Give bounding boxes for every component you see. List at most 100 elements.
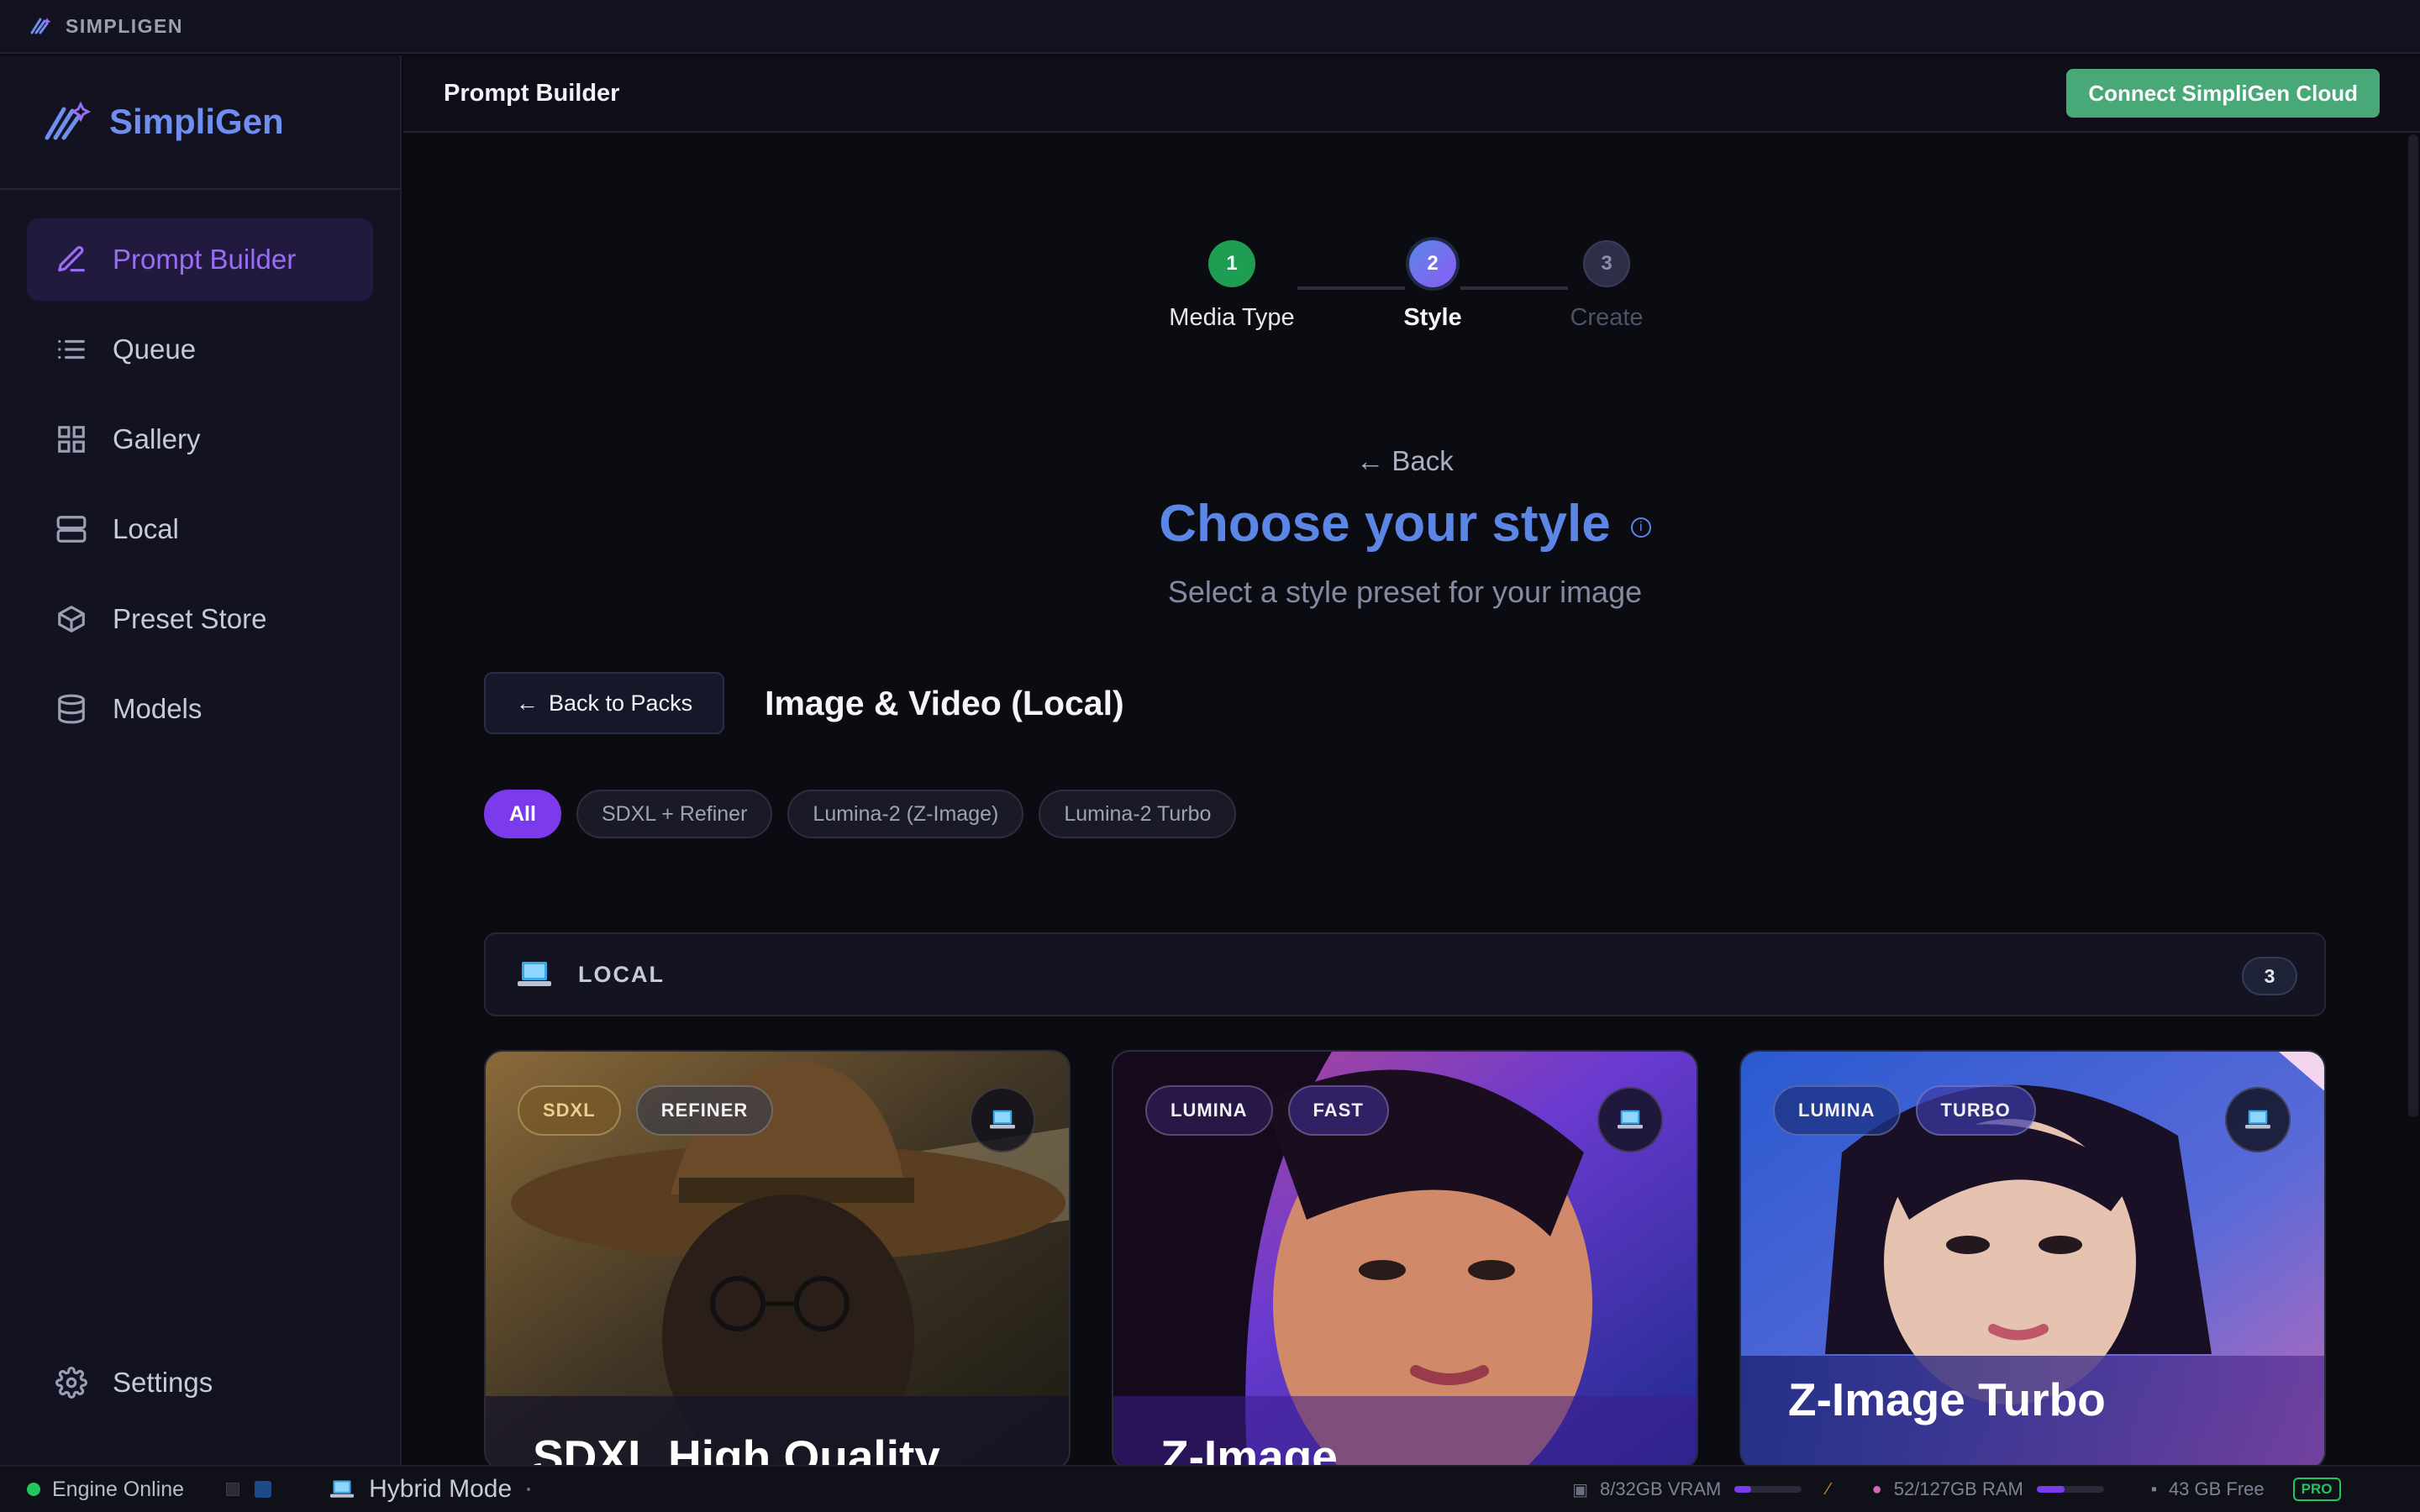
step-1-circle[interactable]: 1 [1208,240,1255,287]
card-tags: SDXL REFINER [518,1085,774,1136]
laptop-icon [2245,1110,2270,1129]
plan-badge: PRO [2292,1478,2341,1501]
connect-cloud-button[interactable]: Connect SimpliGen Cloud [2066,69,2380,118]
back-label: Back [1392,445,1454,476]
style-card-sdxl[interactable]: SDXL High Quality SDXL REFINER [484,1050,1071,1465]
gear-icon [55,1367,87,1399]
brain-icon: ● [1871,1479,1882,1499]
gpu-icon: ▣ [1572,1480,1589,1499]
filter-chip-sdxl-refiner[interactable]: SDXL + Refiner [576,790,773,838]
engine-status-dot [27,1483,40,1496]
engine-status: Engine Online [52,1477,185,1501]
sidebar-item-gallery[interactable]: Gallery [27,398,373,480]
step-3-label: Create [1570,304,1644,331]
info-icon[interactable]: i [1630,517,1651,538]
card-local-badge [2225,1087,2291,1152]
back-to-packs-label: Back to Packs [549,690,693,716]
laptop-icon [990,1110,1015,1129]
disk-free: 43 GB Free [2168,1478,2265,1499]
page-header: Prompt Builder Connect SimpliGen Cloud [403,55,2420,133]
list-icon [58,339,85,360]
step-number: 2 [1427,252,1439,275]
sidebar-nav: Prompt Builder Queue Gallery Local Prese… [0,190,400,750]
laptop-icon [330,1480,355,1498]
server-icon [56,516,87,543]
sidebar-item-queue[interactable]: Queue [27,308,373,391]
filter-chips: All SDXL + Refiner Lumina-2 (Z-Image) Lu… [484,790,1237,838]
section-count-badge: 3 [2242,957,2297,995]
grid-icon [58,426,85,453]
broom-icon[interactable]: ⁄ [1827,1480,1829,1499]
ram-meter-fill [2036,1486,2065,1493]
card-tag: LUMINA [1773,1085,1901,1136]
card-local-badge [970,1087,1035,1152]
sidebar-item-label: Prompt Builder [113,244,297,275]
sidebar-item-prompt-builder[interactable]: Prompt Builder [27,218,373,301]
card-tags: LUMINA FAST [1145,1085,1389,1136]
sidebar-item-label: Queue [113,333,197,365]
step-number: 3 [1601,252,1612,275]
vram-meter [1734,1486,1802,1493]
sparkle-logo-icon [45,101,91,140]
card-title: Z-Image Turbo [1788,1373,2106,1425]
sidebar-item-preset-store[interactable]: Preset Store [27,578,373,660]
card-tag: LUMINA [1145,1085,1273,1136]
vram-usage: 8/32GB VRAM [1600,1478,1722,1499]
database-icon [58,694,85,724]
mode-indicator-dot [527,1488,531,1491]
pack-row: ← Back to Packs Image & Video (Local) [484,672,1124,734]
card-title: Z-Image [1160,1431,1338,1465]
laptop-icon [1618,1110,1643,1129]
topbar-brand: SIMPLIGEN [66,14,184,37]
style-heading-text: Choose your style [1159,495,1611,553]
sidebar-item-settings[interactable]: Settings [27,1341,373,1424]
sparkle-logo-icon [30,18,51,34]
section-local[interactable]: LOCAL 3 [484,932,2326,1016]
disk-icon: ▪ [2150,1479,2157,1499]
card-tags: LUMINA TURBO [1773,1085,2036,1136]
terminal-icon[interactable] [226,1483,240,1496]
step-2-label: Style [1403,304,1462,331]
step-number: 1 [1226,252,1238,275]
style-subtitle: Select a style preset for your image [1167,575,1643,609]
pencil-icon [58,246,85,272]
sidebar-item-local[interactable]: Local [27,488,373,570]
step-connector [1297,286,1405,290]
scrollbar-thumb[interactable] [2408,134,2418,1117]
section-label: LOCAL [578,961,665,987]
page-title: Prompt Builder [444,79,620,107]
style-card-z-image-turbo[interactable]: Z-Image Turbo LUMINA TURBO [1739,1050,2326,1465]
sidebar-logo[interactable]: SimpliGen [0,55,400,190]
main-scrollbar[interactable] [2407,134,2420,1465]
back-to-packs-button[interactable]: ← Back to Packs [484,672,725,734]
stepper: 1 Media Type 2 Style 3 Create [403,134,2407,353]
filter-chip-lumina-2-turbo[interactable]: Lumina-2 Turbo [1039,790,1237,838]
ram-usage: 52/127GB RAM [1893,1478,2023,1499]
card-tag: SDXL [518,1085,621,1136]
back-link[interactable]: ← Back [403,445,2407,477]
sync-icon[interactable] [255,1481,272,1498]
sidebar-item-label: Models [113,693,203,724]
card-title: SDXL High Quality [533,1431,940,1465]
hybrid-mode-toggle[interactable]: Hybrid Mode [369,1475,512,1504]
sidebar-item-label: Settings [113,1367,213,1398]
sidebar-item-label: Preset Store [113,603,267,634]
filter-chip-all[interactable]: All [484,790,561,838]
step-1-label: Media Type [1169,304,1295,331]
pack-title: Image & Video (Local) [765,683,1124,722]
logo-text: SimpliGen [109,102,284,141]
step-2-circle[interactable]: 2 [1409,240,1456,287]
main-content: 1 Media Type 2 Style 3 Create ← Back Cho… [403,134,2420,1465]
card-tag: REFINER [635,1085,774,1136]
card-tag: TURBO [1915,1085,2036,1136]
sidebar-item-label: Local [113,513,179,544]
card-local-badge [1597,1087,1663,1152]
filter-chip-lumina-2-z-image[interactable]: Lumina-2 (Z-Image) [787,790,1024,838]
step-connector [1460,286,1568,290]
app-topbar: SIMPLIGEN [0,0,2420,54]
style-card-z-image[interactable]: Z-Image LUMINA FAST [1112,1050,1698,1465]
sidebar-item-models[interactable]: Models [27,668,373,750]
status-bar: Engine Online Hybrid Mode ▣ 8/32GB VRAM … [0,1465,2420,1512]
vram-meter-fill [1734,1486,1752,1493]
card-tag: FAST [1287,1085,1389,1136]
